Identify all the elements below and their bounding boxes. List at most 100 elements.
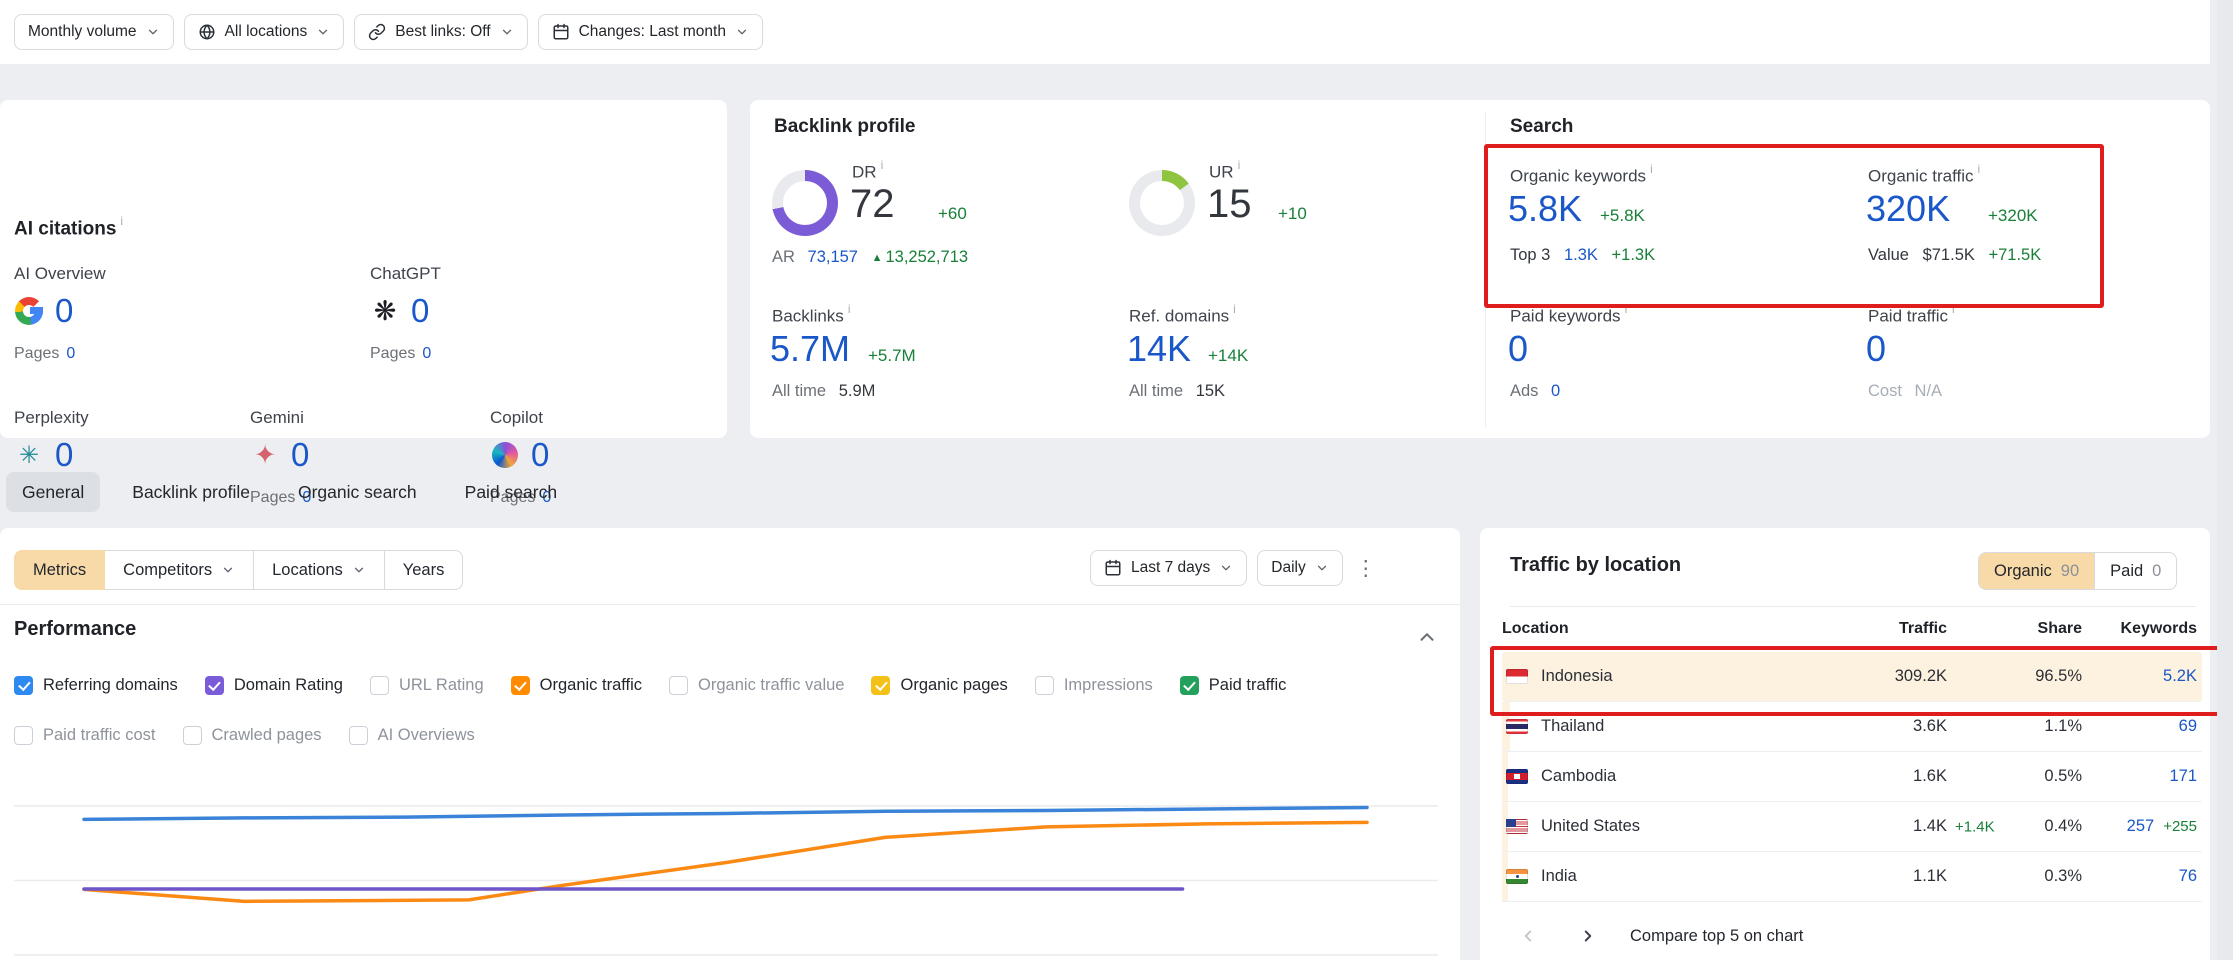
ar-value[interactable]: 73,157 (808, 248, 858, 266)
filter-all-locations[interactable]: All locations (184, 14, 345, 50)
ar-label: AR (772, 248, 795, 266)
segment-metrics[interactable]: Metrics (14, 550, 105, 590)
toggle-organic[interactable]: Organic90 (1979, 553, 2094, 589)
tab-paid-search[interactable]: Paid search (449, 472, 573, 512)
info-icon[interactable]: i (1952, 302, 1955, 316)
table-row-cambodia[interactable]: Cambodia1.6K0.5%171 (1502, 752, 2202, 802)
checkbox[interactable] (183, 726, 202, 745)
pages-count-link[interactable]: 0 (422, 345, 431, 362)
compare-top5-label[interactable]: Compare top 5 on chart (1630, 927, 1803, 946)
column-traffic[interactable]: Traffic (1832, 620, 1947, 638)
keywords-value[interactable]: 171 (2169, 767, 2197, 786)
chevron-down-icon (500, 25, 514, 39)
metric-checkbox-paid-traffic[interactable]: Paid traffic (1180, 676, 1287, 695)
segment-years[interactable]: Years (384, 550, 464, 590)
tab-backlink-profile[interactable]: Backlink profile (116, 472, 266, 512)
location-cell: Thailand (1502, 717, 1832, 736)
info-icon[interactable]: i (881, 158, 884, 172)
info-icon[interactable]: i (848, 302, 851, 316)
collapse-section-button[interactable] (1416, 626, 1438, 648)
backlinks-value[interactable]: 5.7M (770, 328, 850, 370)
series-referring-domains[interactable] (84, 807, 1367, 819)
info-icon[interactable]: i (1238, 158, 1241, 172)
toggle-paid[interactable]: Paid0 (2094, 553, 2176, 589)
ai-engine-name: Perplexity (14, 408, 89, 428)
performance-line-chart[interactable] (0, 788, 1460, 960)
pages-count-link[interactable]: 0 (66, 345, 75, 362)
traffic-value: 1.1K (1913, 867, 1947, 885)
checkbox-label: Organic traffic (540, 676, 642, 695)
ai-engine-ai-overview: AI Overview0Pages0 (14, 264, 106, 363)
checkbox[interactable] (205, 676, 224, 695)
column-location[interactable]: Location (1502, 620, 1832, 638)
filter-best-links-off[interactable]: Best links: Off (354, 14, 527, 50)
checkbox[interactable] (14, 726, 33, 745)
ref-domains-label: Ref. domainsi (1129, 304, 1236, 327)
column-keywords[interactable]: Keywords (2082, 620, 2197, 638)
metric-checkbox-ai-overviews[interactable]: AI Overviews (349, 726, 475, 745)
metric-checkbox-crawled-pages[interactable]: Crawled pages (183, 726, 322, 745)
ai-citations-count[interactable]: 0 (55, 436, 73, 474)
checkbox[interactable] (871, 676, 890, 695)
keywords-value[interactable]: 76 (2179, 867, 2197, 886)
metric-checkbox-organic-traffic-value[interactable]: Organic traffic value (669, 676, 844, 695)
checkbox[interactable] (1180, 676, 1199, 695)
table-row-united-states[interactable]: United States1.4K+1.4K0.4%257+255 (1502, 802, 2202, 852)
info-icon[interactable]: i (1978, 162, 1981, 176)
traffic-value: 1.4K (1913, 817, 1947, 835)
traffic-table-header: Location Traffic Share Keywords (1502, 620, 2202, 638)
checkbox[interactable] (349, 726, 368, 745)
metric-checkbox-domain-rating[interactable]: Domain Rating (205, 676, 343, 695)
info-icon[interactable]: i (1650, 162, 1653, 176)
kebab-menu-button[interactable]: ⋮ (1353, 556, 1379, 581)
checkbox[interactable] (669, 676, 688, 695)
table-row-indonesia[interactable]: Indonesia309.2K96.5%5.2K (1502, 652, 2202, 702)
keywords-value[interactable]: 257 (2127, 817, 2155, 836)
traffic-cell: 1.1K (1832, 867, 1947, 886)
column-share[interactable]: Share (1947, 620, 2082, 638)
keywords-value[interactable]: 69 (2179, 717, 2197, 736)
segment-locations[interactable]: Locations (253, 550, 385, 590)
traffic-value: 3.6K (1913, 717, 1947, 735)
tab-organic-search[interactable]: Organic search (282, 472, 433, 512)
flag-us-icon (1506, 819, 1528, 834)
segment-competitors[interactable]: Competitors (104, 550, 254, 590)
info-icon[interactable]: i (1625, 302, 1628, 316)
table-row-india[interactable]: India1.1K0.3%76 (1502, 852, 2202, 902)
metric-checkbox-referring-domains[interactable]: Referring domains (14, 676, 178, 695)
previous-page-button[interactable] (1516, 924, 1540, 948)
ref-domains-alltime-row: All time 15K (1129, 382, 1225, 401)
metric-checkbox-organic-traffic[interactable]: Organic traffic (511, 676, 642, 695)
ai-citations-count[interactable]: 0 (411, 292, 429, 330)
organic-keywords-value[interactable]: 5.8K (1508, 188, 1582, 230)
paid-keywords-value[interactable]: 0 (1508, 328, 1528, 370)
tab-general[interactable]: General (6, 472, 100, 512)
metric-checkbox-organic-pages[interactable]: Organic pages (871, 676, 1007, 695)
ai-citations-count[interactable]: 0 (291, 436, 309, 474)
info-icon[interactable]: i (120, 214, 123, 228)
checkbox[interactable] (14, 676, 33, 695)
checkbox-label: Organic pages (900, 676, 1007, 695)
metric-checkbox-url-rating[interactable]: URL Rating (370, 676, 484, 695)
info-icon[interactable]: i (1233, 302, 1236, 316)
organic-traffic-delta: +320K (1988, 206, 2038, 226)
ai-citations-count[interactable]: 0 (531, 436, 549, 474)
metric-checkbox-paid-traffic-cost[interactable]: Paid traffic cost (14, 726, 156, 745)
filter-monthly-volume[interactable]: Monthly volume (14, 14, 174, 50)
ai-citations-count[interactable]: 0 (55, 292, 73, 330)
checkbox[interactable] (1035, 676, 1054, 695)
pages-label: Pages (14, 345, 59, 362)
next-page-button[interactable] (1576, 924, 1600, 948)
keywords-value[interactable]: 5.2K (2163, 667, 2197, 686)
granularity-button[interactable]: Daily (1257, 550, 1342, 586)
checkbox[interactable] (370, 676, 389, 695)
metric-checkbox-impressions[interactable]: Impressions (1035, 676, 1153, 695)
ref-domains-value[interactable]: 14K (1127, 328, 1191, 370)
filter-changes-last-month[interactable]: Changes: Last month (538, 14, 763, 50)
checkbox[interactable] (511, 676, 530, 695)
organic-traffic-value[interactable]: 320K (1866, 188, 1950, 230)
paid-traffic-value[interactable]: 0 (1866, 328, 1886, 370)
date-range-button[interactable]: Last 7 days (1090, 550, 1247, 586)
table-row-thailand[interactable]: Thailand3.6K1.1%69 (1502, 702, 2202, 752)
page-scrollbar[interactable] (2217, 0, 2233, 960)
